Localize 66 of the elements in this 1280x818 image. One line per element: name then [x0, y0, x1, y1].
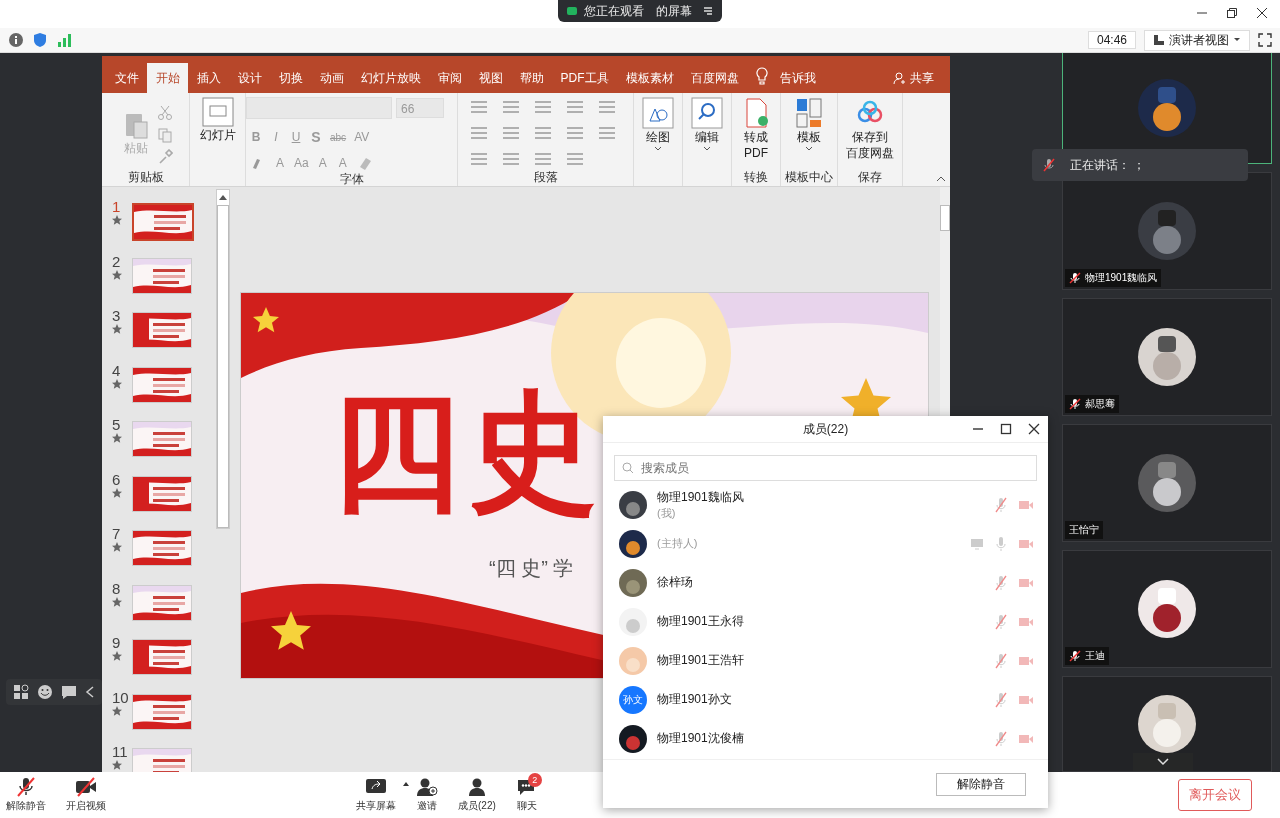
video-tile[interactable]: 郝思骞 — [1062, 298, 1272, 416]
member-name: 物理1901沈俊楠 — [657, 730, 745, 747]
format-button[interactable]: abc — [330, 131, 347, 143]
share-button[interactable]: 共享屏幕 — [356, 777, 396, 813]
leave-meeting-button[interactable]: 离开会议 — [1178, 779, 1252, 811]
members-button[interactable]: 成员(22) — [458, 777, 496, 813]
mic-button[interactable]: 解除静音 — [6, 777, 46, 813]
member-row[interactable]: 物理1901沈俊楠 — [603, 719, 1048, 758]
viewing-text: 的屏幕 — [656, 2, 692, 20]
template-button[interactable]: 模板 — [789, 97, 829, 152]
video-tile[interactable]: 王怡宁 — [1062, 424, 1272, 542]
meeting-timer: 04:46 — [1087, 31, 1136, 49]
slide-number: 8 — [112, 580, 121, 597]
slide-number: 6 — [112, 471, 121, 488]
cloud-button[interactable]: 保存到 百度网盘 — [842, 97, 898, 161]
ribbon-tab[interactable]: 帮助 — [511, 63, 552, 93]
ribbon-tab[interactable]: 审阅 — [429, 63, 470, 93]
video-tile[interactable]: 物理1901魏临风 — [1062, 172, 1272, 290]
group-label: 段落 — [532, 169, 559, 186]
video-button[interactable]: 开启视频 — [66, 777, 106, 813]
slide-number: 4 — [112, 362, 121, 379]
ribbon-tab[interactable]: 设计 — [229, 63, 270, 93]
participant-name: 物理1901魏临风 — [1085, 271, 1158, 285]
participant-name: 王怡宁 — [1069, 523, 1099, 537]
draw-button[interactable]: 绘图 — [638, 97, 678, 152]
share-button[interactable]: 共享 — [884, 63, 942, 93]
ribbon-tab[interactable]: 插入 — [188, 63, 229, 93]
group-label: 字体 — [338, 171, 365, 188]
ribbon-tab[interactable]: 视图 — [470, 63, 511, 93]
group-label: 剪贴板 — [126, 169, 165, 186]
slide-number: 1 — [112, 199, 121, 215]
slide-number: 7 — [112, 526, 121, 542]
slide-number: 10 — [112, 689, 129, 706]
ribbon-tab[interactable]: PDF工具 — [552, 63, 617, 93]
view-mode-dropdown[interactable]: 演讲者视图 — [1144, 29, 1250, 51]
ribbon-tab[interactable]: 文件 — [106, 63, 147, 93]
unmute-all-button[interactable]: 解除静音 — [936, 772, 1026, 796]
ribbon-tab[interactable]: 百度网盘 — [682, 63, 747, 93]
unread-badge: 2 — [527, 773, 542, 787]
format-button[interactable]: U — [290, 130, 302, 144]
participant-name: 王迪 — [1085, 649, 1105, 663]
ribbon-tab[interactable]: 切换 — [270, 63, 311, 93]
slide-number: 5 — [112, 417, 121, 433]
tell-me-link[interactable]: 告诉我 — [771, 63, 824, 93]
group-label: 模板中心 — [785, 169, 833, 186]
slide-number: 9 — [112, 635, 121, 651]
member-name: 物理1901孙文 — [657, 691, 733, 708]
edit-button[interactable]: 编辑 — [687, 97, 727, 152]
pdf-button[interactable]: 转成 PDF — [736, 97, 776, 161]
group-label: 保存 — [857, 169, 883, 186]
speaking-text: 正在讲话： ； — [1070, 156, 1146, 174]
ribbon-tab[interactable]: 动画 — [311, 63, 352, 93]
viewing-text: 您正在观看 — [584, 2, 644, 20]
video-tile[interactable]: 王迪 — [1062, 550, 1272, 668]
group-label: 转换 — [743, 169, 769, 186]
new-slide-button[interactable]: 幻灯片 — [195, 97, 240, 143]
ribbon-tab[interactable]: 开始 — [147, 63, 188, 93]
slide-number: 2 — [112, 253, 121, 270]
avatar: 孙文 — [619, 685, 647, 714]
slide-number: 3 — [112, 308, 121, 324]
slide-number: 11 — [112, 744, 128, 760]
ribbon-tab[interactable]: 模板素材 — [617, 63, 682, 93]
member-row[interactable]: 孙文 物理1901孙文 — [603, 680, 1048, 719]
invite-button[interactable]: 邀请 — [416, 777, 438, 813]
ribbon-tab[interactable]: 幻灯片放映 — [352, 63, 429, 93]
participant-name: 郝思骞 — [1085, 397, 1115, 411]
